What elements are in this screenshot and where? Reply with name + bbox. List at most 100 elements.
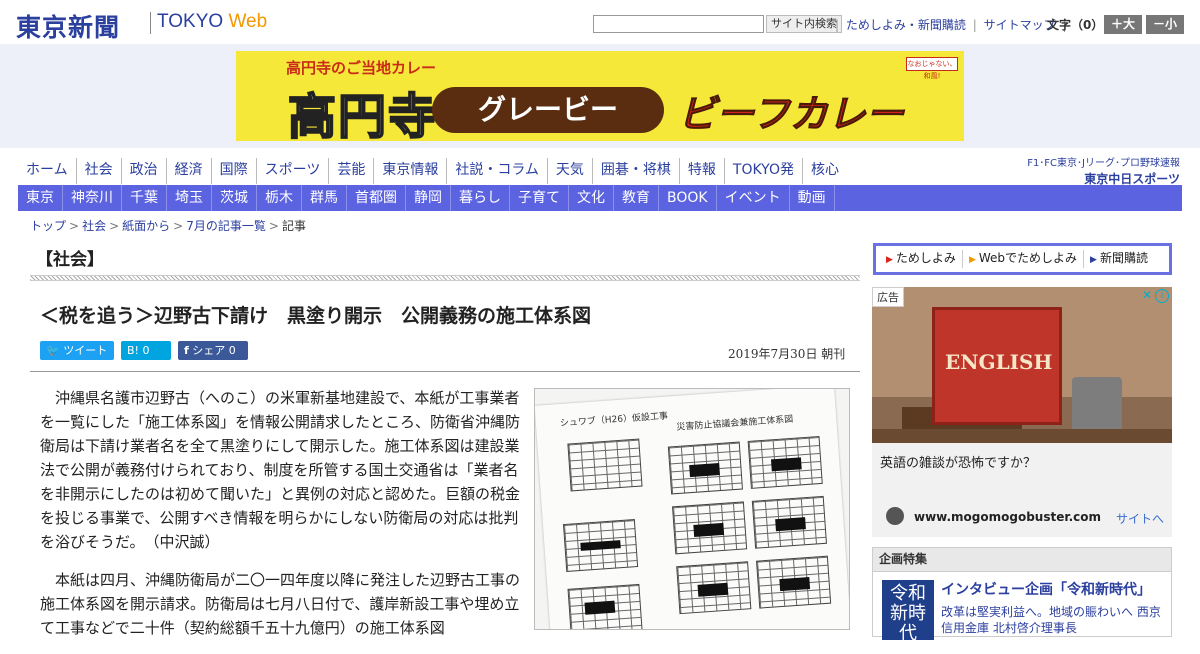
nav-item-education[interactable]: 教育 [614, 185, 659, 211]
nav-item-living[interactable]: 暮らし [451, 185, 510, 211]
tokyo-web-logo[interactable]: TOKYO Web [157, 11, 267, 33]
nav-item-tokyo-hatsu[interactable]: TOKYO発 [723, 158, 802, 184]
nav-item-parenting[interactable]: 子育て [510, 185, 569, 211]
tab-subscribe[interactable]: ▶ 新聞購読 [1084, 250, 1154, 268]
font-size-label: 文字（0） [1047, 18, 1104, 32]
subscription-tabs: ▶ ためしよみ ▶ Webでためしよみ ▶ 新聞購読 [873, 243, 1172, 275]
redaction-block [779, 577, 811, 592]
nav-item-editorial[interactable]: 社説・コラム [446, 158, 547, 184]
article-headline: ＜税を追う＞辺野古下請け 黒塗り開示 公開義務の施工体系図 [40, 305, 592, 327]
nav-item-tokyo-info[interactable]: 東京情報 [373, 158, 446, 184]
arrow-icon: ▶ [968, 255, 976, 265]
banner-tag: なおじゃない、和風! [906, 57, 958, 80]
banner-ad[interactable]: 高円寺のご当地カレー 高円寺 グレービー ビーフカレー なおじゃない、和風! [236, 51, 964, 141]
facebook-share-button[interactable]: f シェア 0 [178, 341, 248, 360]
nav-region-kanagawa[interactable]: 神奈川 [63, 185, 122, 211]
breadcrumb-separator: > [109, 219, 120, 233]
feature-thumbnail[interactable]: 令和 新時代 [882, 580, 934, 644]
ad-image: ENGLISH [872, 287, 1172, 443]
article-body: 沖縄県名護市辺野古（へのこ）の米軍新基地建設で、本紙が工事業者を一覧にした「施工… [40, 386, 520, 654]
breadcrumb-print-edition[interactable]: 紙面から [122, 219, 170, 233]
sidebar-ad[interactable]: 広告 ✕ i ENGLISH 英語の雑談が恐怖ですか？ www.mogomogo… [872, 287, 1172, 537]
banner-curry: ビーフカレー [678, 92, 905, 137]
nav-region-tochigi[interactable]: 栃木 [257, 185, 302, 211]
nav-item-weather[interactable]: 天気 [546, 158, 592, 184]
close-icon[interactable]: ✕ [1142, 288, 1152, 302]
chunichi-sports-link[interactable]: F1･FC東京･Jリーグ･プロ野球速報 東京中日スポーツ [1025, 154, 1180, 187]
ad-book-text: ENGLISH [945, 350, 1053, 374]
tab-trial-read[interactable]: ▶ ためしよみ [880, 250, 963, 268]
primary-nav: ホーム 社会 政治 経済 国際 スポーツ 芸能 東京情報 社説・コラム 天気 囲… [18, 158, 847, 184]
nav-region-gunma[interactable]: 群馬 [302, 185, 347, 211]
nav-region-saitama[interactable]: 埼玉 [167, 185, 212, 211]
nav-item-home[interactable]: ホーム [18, 158, 76, 184]
tab-web-trial[interactable]: ▶ Webでためしよみ [963, 250, 1085, 268]
nav-item-video[interactable]: 動画 [790, 185, 835, 211]
ad-image-english-book: ENGLISH [932, 307, 1062, 425]
photo-document-title: 災害防止協議会兼施工体系図 [676, 414, 794, 433]
ad-label: 広告 [872, 287, 904, 307]
photo-document-caption: シュワブ（H26）仮設工事 [559, 411, 669, 430]
nav-item-politics[interactable]: 政治 [120, 158, 166, 184]
arrow-icon: ▶ [886, 255, 893, 265]
divider: | [835, 18, 840, 32]
ad-url: www.mogomogobuster.com [914, 510, 1101, 524]
tab-subscribe-label: 新聞購読 [1099, 251, 1148, 265]
section-divider [30, 275, 860, 281]
ad-cta-link[interactable]: サイトへ [1116, 510, 1164, 527]
font-smaller-button[interactable]: －小 [1146, 15, 1184, 34]
font-larger-button[interactable]: ＋大 [1104, 15, 1142, 34]
site-search-input[interactable] [593, 15, 764, 33]
breadcrumb-current: 記事 [281, 219, 306, 233]
section-title: 【社会】 [36, 250, 104, 270]
site-search-button[interactable]: サイト内検索 [766, 15, 842, 33]
banner-title: 高円寺 [287, 88, 439, 141]
facebook-icon: f [184, 344, 189, 357]
redaction-block [584, 600, 616, 615]
trial-subscribe-link[interactable]: ためしよみ・新聞購読 [846, 18, 966, 32]
header-links: | ためしよみ・新聞購読 | サイトマップ | [832, 16, 1069, 33]
site-logo[interactable]: 東京新聞 [16, 8, 120, 44]
info-icon[interactable]: i [1155, 289, 1169, 303]
nav-item-core[interactable]: 核心 [801, 158, 847, 184]
breadcrumb: トップ > 社会 > 紙面から >7月の記事一覧 > 記事 [30, 217, 306, 234]
banner-area: 高円寺のご当地カレー 高円寺 グレービー ビーフカレー なおじゃない、和風! [0, 44, 1200, 148]
nav-region-shizuoka[interactable]: 静岡 [406, 185, 451, 211]
feature-description-link[interactable]: 改革は堅実利益へ。地域の賑わいへ 西京信用金庫 北村啓介理事長 [941, 604, 1166, 636]
nav-item-international[interactable]: 国際 [210, 158, 256, 184]
nav-region-shutoken[interactable]: 首都圏 [347, 185, 406, 211]
ad-text: 英語の雑談が恐怖ですか？ [880, 456, 1037, 471]
nav-item-entertainment[interactable]: 芸能 [328, 158, 373, 184]
feature-title-link[interactable]: インタビュー企画「令和新時代」 [941, 579, 1151, 599]
breadcrumb-society[interactable]: 社会 [82, 219, 106, 233]
nav-region-tokyo[interactable]: 東京 [18, 185, 63, 211]
banner-pill: グレービー [432, 87, 664, 133]
chunichi-tagline: F1･FC東京･Jリーグ･プロ野球速報 [1027, 158, 1180, 169]
ad-image-pencil-cup [1072, 377, 1122, 435]
divider: | [972, 18, 977, 32]
redaction-block [770, 457, 802, 472]
nav-item-society[interactable]: 社会 [75, 158, 121, 184]
nav-item-book[interactable]: BOOK [659, 185, 717, 211]
breadcrumb-separator: > [69, 219, 80, 233]
redaction-block [775, 517, 806, 532]
article-photo[interactable]: シュワブ（H26）仮設工事 災害防止協議会兼施工体系図 [534, 388, 850, 630]
nav-item-go-shogi[interactable]: 囲碁・将棋 [591, 158, 679, 184]
breadcrumb-july-articles[interactable]: 7月の記事一覧 [186, 219, 266, 233]
nav-item-sports[interactable]: スポーツ [255, 158, 329, 184]
sitemap-link[interactable]: サイトマップ [984, 18, 1056, 32]
hatena-bookmark-button[interactable]: B! 0 [121, 341, 171, 360]
nav-region-chiba[interactable]: 千葉 [122, 185, 167, 211]
nav-item-culture[interactable]: 文化 [569, 185, 614, 211]
nav-item-event[interactable]: イベント [717, 185, 790, 211]
nav-region-ibaraki[interactable]: 茨城 [212, 185, 257, 211]
nav-item-economy[interactable]: 経済 [165, 158, 211, 184]
article-paragraph: 沖縄県名護市辺野古（へのこ）の米軍新基地建設で、本紙が工事業者を一覧にした「施工… [40, 389, 521, 551]
arrow-icon: ▶ [1090, 255, 1097, 265]
ad-image-table [872, 429, 1172, 443]
tweet-button[interactable]: 🐦 ツイート [40, 341, 114, 360]
nav-item-special-report[interactable]: 特報 [678, 158, 724, 184]
breadcrumb-separator: > [268, 219, 279, 233]
breadcrumb-top[interactable]: トップ [30, 219, 66, 233]
article-rule [30, 371, 860, 372]
